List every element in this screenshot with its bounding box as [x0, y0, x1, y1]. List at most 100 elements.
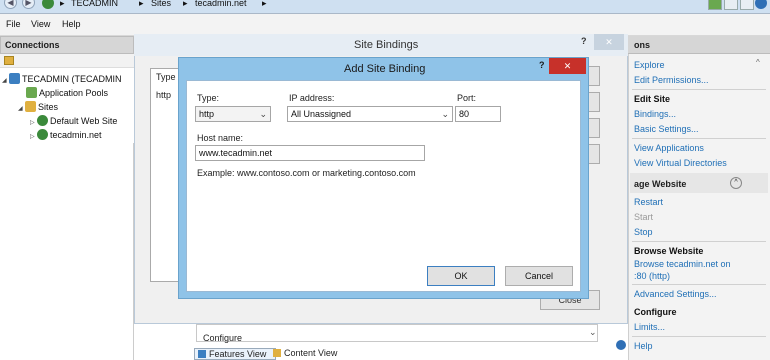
menu-help[interactable]: Help: [62, 19, 81, 29]
action-limits[interactable]: Limits...: [634, 322, 665, 332]
action-browse-link-port[interactable]: :80 (http): [634, 271, 670, 281]
manage-website-header[interactable]: age Website ^: [630, 173, 768, 193]
forward-button[interactable]: ▶: [22, 0, 35, 9]
port-input[interactable]: 80: [455, 106, 501, 122]
site-bindings-title: Site Bindings: [354, 39, 419, 51]
help-icon[interactable]: ?: [581, 36, 587, 46]
host-input[interactable]: www.tecadmin.net: [195, 145, 425, 161]
binding-row-type[interactable]: http: [156, 90, 171, 100]
content-view-label: Content View: [284, 348, 338, 358]
crumb-server[interactable]: TECADMIN: [71, 0, 118, 8]
crumb-sites[interactable]: Sites: [151, 0, 171, 8]
tree-label: Application Pools: [39, 88, 109, 98]
globe-icon: [42, 0, 54, 9]
divider: [632, 241, 766, 242]
host-value: www.tecadmin.net: [199, 148, 273, 158]
help-icon: [616, 340, 626, 350]
close-button[interactable]: ✕: [594, 34, 624, 50]
crumb-sep: ▸: [60, 0, 65, 8]
back-button[interactable]: ◀: [4, 0, 17, 9]
tree-item-server[interactable]: ◢ TECADMIN (TECADMIN: [2, 73, 122, 84]
action-help[interactable]: Help: [634, 341, 653, 351]
window-icon[interactable]: [740, 0, 754, 10]
site-bindings-titlebar: Site Bindings ? ✕: [134, 34, 628, 56]
ok-label: OK: [454, 271, 468, 281]
globe-icon: [37, 129, 48, 140]
menu-bar: File View Help: [0, 14, 770, 36]
action-bindings[interactable]: Bindings...: [634, 109, 676, 119]
action-explore[interactable]: Explore: [634, 60, 665, 70]
actions-title: ons: [634, 40, 651, 50]
connections-toolbar: [0, 54, 134, 68]
tree-label: tecadmin.net: [50, 130, 102, 140]
close-button[interactable]: ✕: [549, 58, 586, 74]
crumb-site[interactable]: tecadmin.net: [195, 0, 247, 8]
action-restart[interactable]: Restart: [634, 197, 663, 207]
chevron-down-icon[interactable]: ⌄: [589, 327, 597, 338]
tree-label: Default Web Site: [50, 116, 118, 126]
chevron-down-icon: ⌄: [259, 109, 267, 119]
action-stop[interactable]: Stop: [634, 227, 653, 237]
content-view-icon: [273, 349, 281, 357]
action-view-applications[interactable]: View Applications: [634, 143, 704, 153]
tree-item-tecadmin[interactable]: ▷ tecadmin.net: [30, 129, 102, 140]
content-view-tab[interactable]: Content View: [272, 348, 350, 360]
configure-text: Configure: [203, 333, 243, 343]
action-edit-permissions[interactable]: Edit Permissions...: [634, 75, 709, 85]
actions-header: ons: [628, 36, 770, 54]
browse-website-heading: Browse Website: [634, 246, 704, 256]
tree-item-default-site[interactable]: ▷ Default Web Site: [30, 115, 117, 126]
cancel-button[interactable]: Cancel: [505, 266, 573, 286]
crumb-sep: ▸: [139, 0, 144, 8]
green-toolbar-icon[interactable]: [708, 0, 722, 10]
server-icon: [9, 73, 20, 84]
col-type-header: Type: [156, 72, 176, 82]
tree-label: TECADMIN (TECADMIN: [22, 74, 122, 84]
port-value: 80: [459, 109, 470, 119]
action-advanced-settings[interactable]: Advanced Settings...: [634, 289, 717, 299]
type-select[interactable]: http ⌄: [195, 106, 271, 122]
add-binding-body: Type: http ⌄ IP address: All Unassigned …: [186, 80, 581, 292]
host-label: Host name:: [197, 133, 244, 143]
manage-website-label: age Website: [634, 179, 687, 189]
ok-button[interactable]: OK: [427, 266, 495, 286]
address-bar: ◀ ▶ ▸ TECADMIN ▸ Sites ▸ tecadmin.net ▸: [0, 0, 770, 14]
scroll-up-icon[interactable]: ^: [756, 58, 760, 67]
divider: [632, 138, 766, 139]
connect-icon[interactable]: [4, 56, 14, 65]
close-icon: ✕: [563, 61, 572, 71]
ip-value: All Unassigned: [291, 109, 352, 119]
help-icon[interactable]: [755, 0, 767, 9]
configure-group[interactable]: Configure ⌄: [196, 324, 598, 343]
app-pools-icon: [26, 87, 37, 98]
cancel-label: Cancel: [524, 271, 553, 281]
type-label: Type:: [197, 93, 220, 103]
features-view-tab[interactable]: Features View: [194, 348, 276, 360]
mail-icon[interactable]: [724, 0, 738, 10]
menu-view[interactable]: View: [31, 19, 50, 29]
configure-heading: Configure: [634, 307, 677, 317]
tree-label: Sites: [38, 102, 59, 112]
ip-label: IP address:: [289, 93, 335, 103]
tree-item-sites[interactable]: ◢ Sites: [18, 101, 58, 112]
connections-body: [0, 143, 134, 360]
divider: [632, 336, 766, 337]
crumb-sep: ▸: [183, 0, 188, 8]
action-view-vdirs[interactable]: View Virtual Directories: [634, 158, 727, 168]
action-basic-settings[interactable]: Basic Settings...: [634, 124, 699, 134]
host-example: Example: www.contoso.com or marketing.co…: [197, 168, 416, 178]
collapse-icon[interactable]: ^: [730, 177, 742, 189]
action-browse-link[interactable]: Browse tecadmin.net on: [634, 259, 731, 269]
menu-file[interactable]: File: [6, 19, 21, 29]
port-label: Port:: [457, 93, 477, 103]
type-value: http: [199, 109, 215, 119]
divider: [632, 284, 766, 285]
globe-icon: [37, 115, 48, 126]
ip-select[interactable]: All Unassigned ⌄: [287, 106, 453, 122]
connections-header: Connections: [0, 36, 134, 54]
edit-site-heading: Edit Site: [634, 94, 671, 104]
close-icon: ✕: [605, 37, 613, 47]
help-icon[interactable]: ?: [539, 60, 545, 70]
tree-item-app-pools[interactable]: Application Pools: [26, 87, 108, 98]
action-start: Start: [634, 212, 654, 222]
